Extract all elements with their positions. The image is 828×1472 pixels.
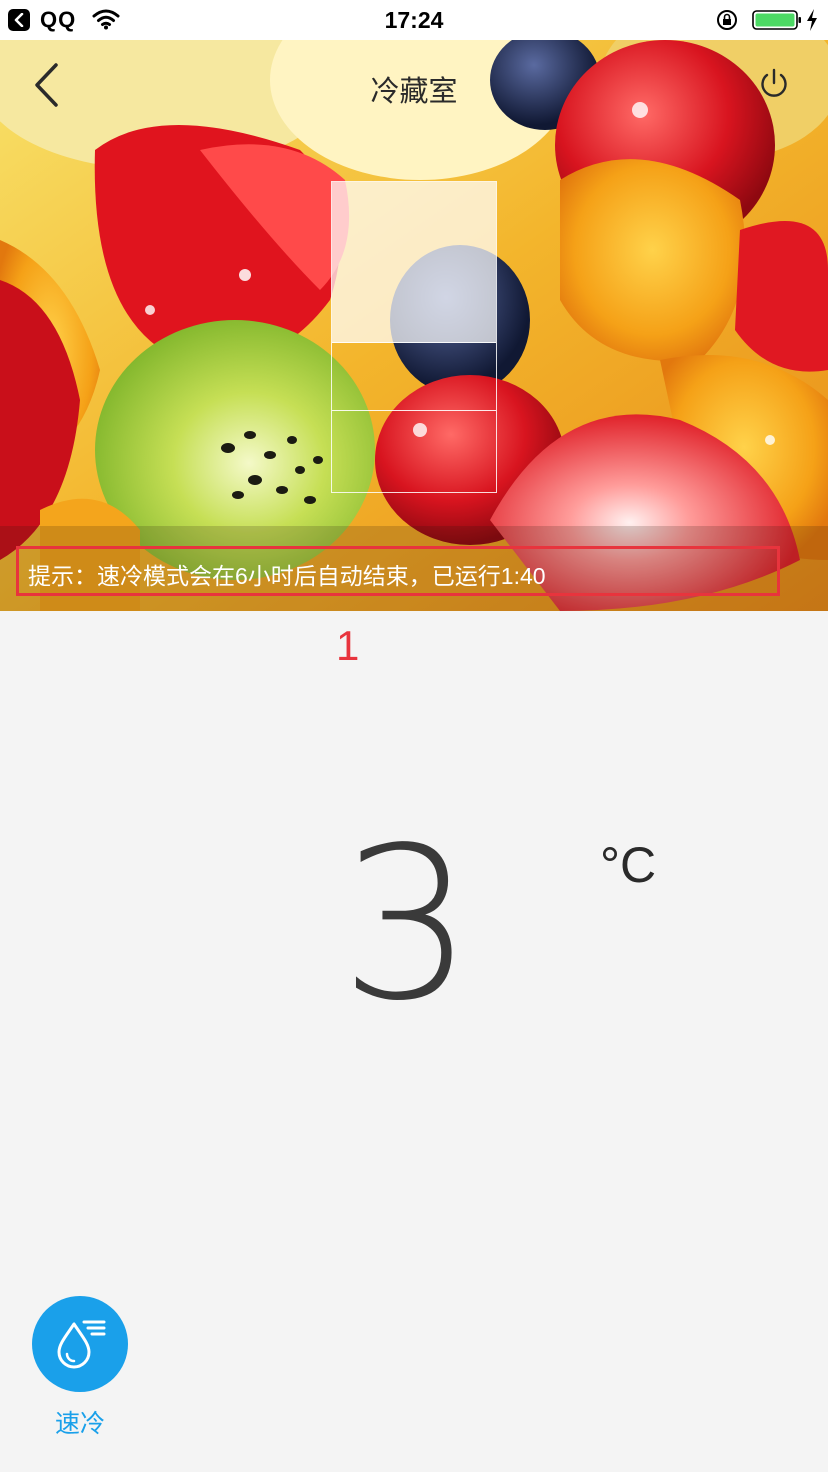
quick-cool-label[interactable]: 速冷 (32, 1404, 128, 1440)
fridge-compartment-refrigerator[interactable] (332, 182, 496, 343)
annotation-number: 1 (336, 622, 360, 669)
temperature-unit: °C (600, 837, 657, 893)
tip-text: 提示：速冷模式会在6小时后自动结束，已运行1:40 (28, 563, 546, 589)
clock: 17:24 (384, 7, 444, 33)
status-bar: QQ 17:24 (0, 0, 828, 40)
page-title: 冷藏室 (370, 74, 458, 108)
battery-icon (752, 10, 801, 30)
fridge-compartment-diagram (331, 181, 497, 493)
quick-cool-button[interactable] (32, 1296, 128, 1392)
fridge-control-page: QQ 17:24 冷藏室 提示：速冷模式会在6小时后自动结束，已运行1:40 1… (0, 0, 828, 1472)
power-button[interactable] (756, 66, 792, 102)
orientation-lock-icon (717, 10, 737, 30)
hero-fruit-image: 冷藏室 提示：速冷模式会在6小时后自动结束，已运行1:40 (0, 40, 828, 611)
fridge-compartment-freezer[interactable] (332, 410, 496, 492)
power-icon (761, 68, 787, 97)
charging-icon (807, 9, 817, 31)
temperature-value: 3 (340, 802, 474, 1047)
fridge-compartment-middle[interactable] (332, 342, 496, 411)
water-drop-icon (57, 1320, 106, 1369)
